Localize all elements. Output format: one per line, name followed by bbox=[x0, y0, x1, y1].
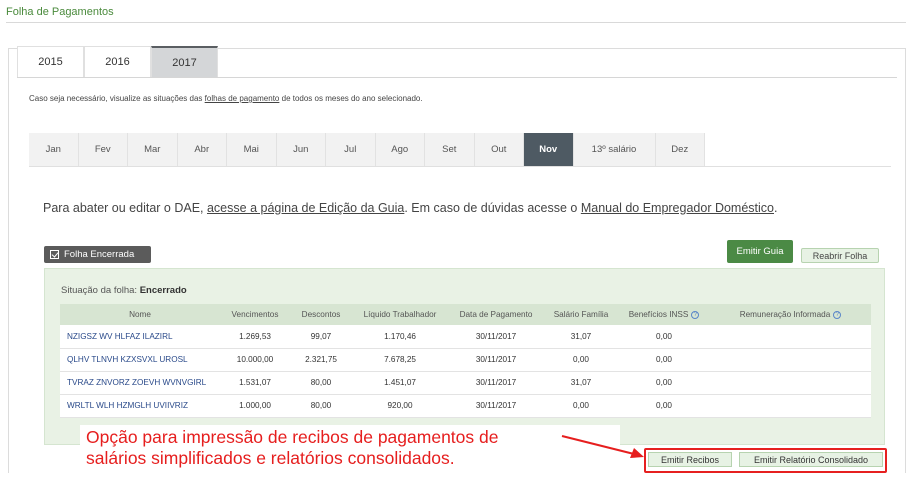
payroll-summary: Situação da folha: Encerrado Nome Vencim… bbox=[44, 268, 885, 445]
tab-13-salario[interactable]: 13º salário bbox=[574, 133, 656, 166]
tab-nov[interactable]: Nov bbox=[524, 133, 574, 166]
cell-liquido: 7.678,25 bbox=[384, 355, 416, 364]
cell-salario-familia: 0,00 bbox=[573, 355, 589, 364]
employee-name-link[interactable]: NZIGSZ WV HLFAZ ILAZIRL bbox=[60, 325, 220, 348]
cell-salario-familia: 31,07 bbox=[570, 378, 592, 387]
cell-data-pagamento: 30/11/2017 bbox=[475, 331, 517, 341]
annotation-line-2: salários simplificados e relatórios cons… bbox=[86, 448, 455, 468]
cell-vencimentos: 1.000,00 bbox=[239, 401, 271, 410]
col-beneficios-inss: Benefícios INSS? bbox=[618, 304, 710, 325]
month-tabs: Jan Fev Mar Abr Mai Jun Jul Ago Set Out … bbox=[29, 133, 705, 166]
cell-descontos: 2.321,75 bbox=[305, 355, 337, 364]
table-row: NZIGSZ WV HLFAZ ILAZIRL 1.269,53 99,07 1… bbox=[60, 325, 871, 348]
cell-data-pagamento: 30/11/2017 bbox=[475, 355, 517, 364]
status-badge-label: Folha Encerrada bbox=[64, 249, 135, 260]
help-icon[interactable]: ? bbox=[833, 311, 842, 319]
year-tabs-divider bbox=[17, 77, 897, 78]
edicao-guia-link[interactable]: acesse a página de Edição da Guia bbox=[207, 201, 404, 215]
payroll-panel: 2015 2016 2017 Caso seja necessário, vis… bbox=[8, 46, 906, 473]
cell-remuneracao bbox=[710, 371, 871, 394]
cell-descontos: 80,00 bbox=[310, 401, 332, 410]
tab-2017[interactable]: 2017 bbox=[151, 46, 218, 77]
situacao: Situação da folha: Encerrado bbox=[61, 285, 187, 296]
table-header: Nome Vencimentos Descontos Líquido Traba… bbox=[60, 304, 871, 325]
dae-text: Para abater ou editar o DAE, acesse a pá… bbox=[43, 201, 777, 215]
cell-data-pagamento: 30/11/2017 bbox=[475, 401, 517, 410]
title-divider bbox=[6, 22, 906, 23]
cell-salario-familia: 31,07 bbox=[570, 331, 592, 341]
cell-remuneracao bbox=[710, 325, 871, 348]
tab-dez[interactable]: Dez bbox=[656, 133, 705, 166]
tab-fev[interactable]: Fev bbox=[79, 133, 128, 166]
page-title: Folha de Pagamentos bbox=[6, 6, 114, 18]
year-tabs: 2015 2016 2017 bbox=[17, 46, 218, 77]
dae-suffix: . bbox=[774, 201, 778, 215]
cell-beneficios-inss: 0,00 bbox=[656, 331, 672, 341]
tab-out[interactable]: Out bbox=[475, 133, 524, 166]
annotation-arrow-icon bbox=[561, 435, 644, 458]
emitir-guia-button[interactable]: Emitir Guia bbox=[727, 240, 793, 263]
table-row: QLHV TLNVH KZXSVXL UROSL 10.000,00 2.321… bbox=[60, 348, 871, 371]
tab-jan[interactable]: Jan bbox=[29, 133, 79, 166]
tab-2015[interactable]: 2015 bbox=[17, 46, 84, 77]
dae-prefix: Para abater ou editar o DAE, bbox=[43, 201, 207, 215]
col-beneficios-inss-label: Benefícios INSS bbox=[628, 310, 689, 319]
emitir-recibos-button[interactable]: Emitir Recibos bbox=[648, 452, 732, 467]
info-prefix: Caso seja necessário, visualize as situa… bbox=[29, 94, 205, 103]
col-nome: Nome bbox=[129, 310, 151, 319]
dae-middle: . Em caso de dúvidas acesse o bbox=[404, 201, 581, 215]
cell-vencimentos: 1.531,07 bbox=[239, 378, 271, 387]
cell-salario-familia: 0,00 bbox=[573, 401, 589, 410]
tab-jun[interactable]: Jun bbox=[277, 133, 326, 166]
cell-data-pagamento: 30/11/2017 bbox=[475, 378, 517, 387]
cell-beneficios-inss: 0,00 bbox=[656, 401, 672, 410]
tab-mai[interactable]: Mai bbox=[227, 133, 277, 166]
payroll-table: Nome Vencimentos Descontos Líquido Traba… bbox=[60, 304, 871, 418]
status-badge: Folha Encerrada bbox=[44, 246, 151, 263]
cell-beneficios-inss: 0,00 bbox=[656, 378, 672, 387]
info-text: Caso seja necessário, visualize as situa… bbox=[29, 94, 423, 103]
tab-abr[interactable]: Abr bbox=[178, 133, 227, 166]
cell-liquido: 1.451,07 bbox=[384, 378, 416, 387]
folhas-link[interactable]: folhas de pagamento bbox=[205, 94, 280, 103]
col-descontos: Descontos bbox=[301, 310, 341, 319]
col-remuneracao: Remuneração Informada? bbox=[710, 304, 871, 325]
table-row: WRLTL WLH HZMGLH UVIIVRIZ 1.000,00 80,00… bbox=[60, 394, 871, 417]
cell-descontos: 80,00 bbox=[310, 378, 332, 387]
manual-link[interactable]: Manual do Empregador Doméstico bbox=[581, 201, 774, 215]
annotation-text: Opção para impressão de recibos de pagam… bbox=[86, 427, 498, 469]
cell-remuneracao bbox=[710, 348, 871, 371]
cell-liquido: 920,00 bbox=[387, 401, 413, 410]
cell-vencimentos: 10.000,00 bbox=[236, 355, 274, 364]
tab-2016[interactable]: 2016 bbox=[84, 46, 151, 77]
col-salario-familia: Salário Família bbox=[553, 310, 609, 319]
employee-name-link[interactable]: TVRAZ ZNVORZ ZOEVH WVNVGIRL bbox=[60, 371, 220, 394]
col-vencimentos: Vencimentos bbox=[231, 310, 279, 319]
cell-remuneracao bbox=[710, 394, 871, 417]
help-icon[interactable]: ? bbox=[691, 311, 700, 319]
cell-liquido: 1.170,46 bbox=[384, 331, 416, 341]
info-suffix: de todos os meses do ano selecionado. bbox=[279, 94, 423, 103]
cell-beneficios-inss: 0,00 bbox=[656, 355, 672, 364]
employee-name-link[interactable]: QLHV TLNVH KZXSVXL UROSL bbox=[60, 348, 220, 371]
col-remuneracao-label: Remuneração Informada bbox=[739, 310, 831, 319]
tab-set[interactable]: Set bbox=[425, 133, 475, 166]
situacao-label: Situação da folha: bbox=[61, 285, 140, 296]
table-row: TVRAZ ZNVORZ ZOEVH WVNVGIRL 1.531,07 80,… bbox=[60, 371, 871, 394]
col-data-pagamento: Data de Pagamento bbox=[459, 310, 533, 319]
checkbox-icon bbox=[50, 250, 59, 259]
employee-name-link[interactable]: WRLTL WLH HZMGLH UVIIVRIZ bbox=[60, 394, 220, 417]
col-liquido: Líquido Trabalhador bbox=[363, 310, 437, 319]
reabrir-folha-button[interactable]: Reabrir Folha bbox=[801, 248, 879, 263]
tab-ago[interactable]: Ago bbox=[376, 133, 425, 166]
month-tabs-divider bbox=[29, 166, 891, 167]
situacao-value: Encerrado bbox=[139, 285, 187, 296]
cell-vencimentos: 1.269,53 bbox=[239, 331, 271, 341]
annotation-line-1: Opção para impressão de recibos de pagam… bbox=[86, 427, 499, 447]
tab-jul[interactable]: Jul bbox=[326, 133, 376, 166]
tab-mar[interactable]: Mar bbox=[128, 133, 178, 166]
cell-descontos: 99,07 bbox=[310, 331, 332, 341]
emitir-relatorio-button[interactable]: Emitir Relatório Consolidado bbox=[739, 452, 883, 467]
